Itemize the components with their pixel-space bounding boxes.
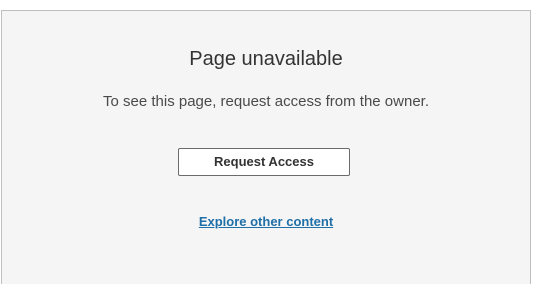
request-access-button[interactable]: Request Access	[178, 148, 350, 176]
page-title: Page unavailable	[189, 48, 343, 70]
unavailable-panel: Page unavailable To see this page, reque…	[1, 10, 531, 284]
access-message: To see this page, request access from th…	[102, 93, 429, 110]
explore-other-content-link[interactable]: Explore other content	[2, 214, 530, 229]
